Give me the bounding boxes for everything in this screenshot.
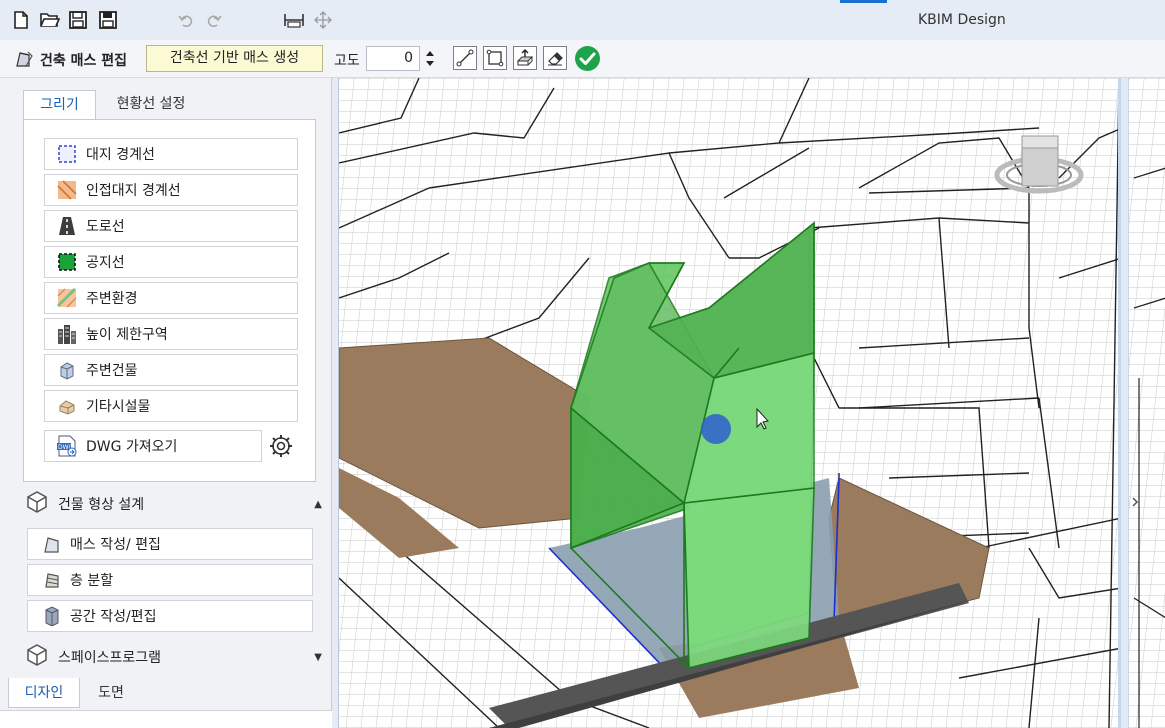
surroundings-icon [56,287,78,309]
altitude-spinner[interactable] [421,46,439,71]
mass-edit-toolbar: 건축 매스 편집 건축선 기반 매스 생성 고도 0 [0,40,1165,78]
altitude-input[interactable]: 0 [366,46,420,71]
site-boundary-icon [56,143,78,165]
sub-item-label: 공간 작성/편집 [70,609,157,625]
draw-item-label: 대지 경계선 [86,147,155,163]
redo-icon[interactable] [204,9,224,31]
draw-item-site-boundary[interactable]: 대지 경계선 [44,138,298,170]
secondary-viewport[interactable] [1128,78,1165,728]
section-label: 스페이스프로그램 [58,650,162,666]
save-icon[interactable] [66,9,90,31]
collapse-arrow-icon[interactable]: ▲ [314,499,322,510]
sub-item-label: 매스 작성/ 편집 [70,537,161,553]
nearby-building-icon [56,359,78,381]
road-icon [56,215,78,237]
extrude-tool-icon[interactable] [513,46,537,70]
active-tab-indicator [840,0,887,3]
draw-item-label: 도로선 [86,219,125,235]
space-edit-icon [42,606,62,626]
section-space-program[interactable]: 스페이스프로그램 ▼ [23,639,328,675]
generate-mass-button[interactable]: 건축선 기반 매스 생성 [146,45,323,72]
move-icon[interactable] [312,9,334,31]
viewport-canvas[interactable] [339,78,1121,728]
mass-edit-icon [42,534,62,554]
cursor-marker [701,414,731,444]
panel-footer [0,710,332,728]
open-space-icon [56,251,78,273]
section-building-shape-design[interactable]: 건물 형상 설계 ▲ [23,486,328,522]
tab-draw[interactable]: 그리기 [23,90,96,120]
title-bar: KBIM Design [0,0,1165,40]
draw-item-open-space[interactable]: 공지선 [44,246,298,278]
altitude-label: 고도 [334,53,360,69]
other-facility-icon [56,395,78,417]
eraser-tool-icon[interactable] [543,46,567,70]
sub-item-label: 층 분할 [70,573,114,589]
cube-icon [25,490,49,518]
gear-icon[interactable] [268,433,294,463]
draw-item-other-facility[interactable]: 기타시설물 [44,390,298,422]
draw-item-label: 기타시설물 [86,399,151,415]
floor-split-button[interactable]: 층 분할 [27,564,313,596]
3d-viewport[interactable] [338,78,1121,728]
section-label: 건물 형상 설계 [58,497,145,513]
open-folder-icon[interactable] [38,9,62,31]
draw-item-label: 주변건물 [86,363,138,379]
save-all-icon[interactable] [96,9,120,31]
draw-item-label: 높이 제한구역 [86,327,168,343]
rectangle-tool-icon[interactable] [483,46,507,70]
confirm-button[interactable] [574,45,601,76]
draw-item-road[interactable]: 도로선 [44,210,298,242]
dwg-file-icon: DWG [56,435,78,457]
draw-tab-content: 대지 경계선 인접대지 경계선 도로선 공지선 주변환경 높이 제한구역 주변건… [23,119,316,482]
new-file-icon[interactable] [10,9,32,31]
bottom-tabs: 디자인 도면 [8,678,332,708]
mass-edit-icon [14,49,34,73]
draw-item-surroundings[interactable]: 주변환경 [44,282,298,314]
cube-icon [25,643,49,671]
undo-icon[interactable] [176,9,196,31]
mode-label: 건축 매스 편집 [40,53,128,69]
dwg-import-button[interactable]: DWG DWG 가져오기 [44,430,262,462]
tab-status-line-settings[interactable]: 현황선 설정 [96,90,206,120]
draw-item-label: 인접대지 경계선 [86,183,181,199]
draw-item-nearby-building[interactable]: 주변건물 [44,354,298,386]
draw-item-adjacent-site-boundary[interactable]: 인접대지 경계선 [44,174,298,206]
draw-item-height-limit[interactable]: 높이 제한구역 [44,318,298,350]
left-panel: 그리기 현황선 설정 대지 경계선 인접대지 경계선 도로선 공지선 주변환경 … [0,78,332,728]
dwg-import-label: DWG 가져오기 [86,439,178,455]
measure-icon[interactable] [282,9,306,31]
tab-drawing[interactable]: 도면 [80,678,142,708]
expand-arrow-icon[interactable]: ▼ [314,652,322,663]
draw-item-label: 공지선 [86,255,125,271]
height-limit-icon [56,323,78,345]
space-edit-button[interactable]: 공간 작성/편집 [27,600,313,632]
tab-design[interactable]: 디자인 [8,678,80,708]
floor-split-icon [42,570,62,590]
app-title: KBIM Design [918,12,1006,28]
draw-item-label: 주변환경 [86,291,138,307]
line-tool-icon[interactable] [453,46,477,70]
mass-edit-button[interactable]: 매스 작성/ 편집 [27,528,313,560]
adjacent-site-boundary-icon [56,179,78,201]
